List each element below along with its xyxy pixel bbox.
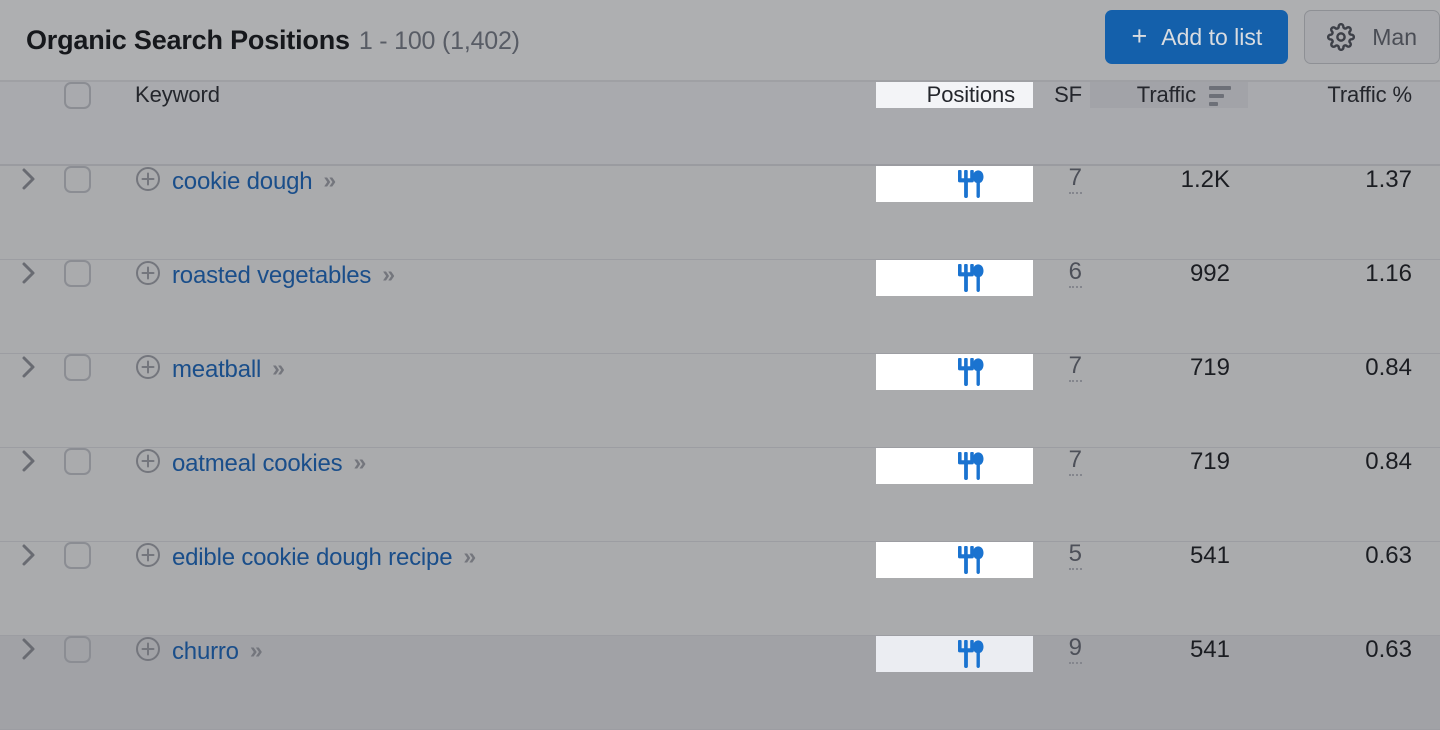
traffic-value: 992 bbox=[1189, 260, 1230, 287]
keyword-details-chevrons-icon[interactable]: » bbox=[272, 355, 285, 382]
row-select-checkbox[interactable] bbox=[64, 260, 91, 287]
add-keyword-icon[interactable] bbox=[135, 448, 161, 479]
traffic-percent-value: 0.84 bbox=[1365, 448, 1412, 475]
keyword-details-chevrons-icon[interactable]: » bbox=[382, 261, 395, 288]
organic-search-positions-panel: Organic Search Positions 1 - 100 (1,402)… bbox=[0, 0, 1440, 730]
traffic-percent-value: 0.63 bbox=[1365, 636, 1412, 663]
table-body: cookie dough » 7 1.2K 1.37 roasted veget… bbox=[0, 166, 1440, 730]
add-to-list-label: Add to list bbox=[1161, 23, 1263, 50]
column-header-traffic[interactable]: Traffic bbox=[1090, 82, 1248, 108]
traffic-percent-value: 0.84 bbox=[1365, 354, 1412, 381]
traffic-percent-value: 1.37 bbox=[1365, 166, 1412, 193]
traffic-percent-value: 1.16 bbox=[1365, 260, 1412, 287]
manage-columns-label: Man bbox=[1372, 23, 1417, 50]
add-keyword-icon[interactable] bbox=[135, 354, 161, 385]
table-row[interactable]: roasted vegetables » 6 992 1.16 bbox=[0, 260, 1440, 354]
expand-row-chevron-icon[interactable] bbox=[0, 354, 58, 380]
traffic-percent-value: 0.63 bbox=[1365, 542, 1412, 569]
positions-cell[interactable] bbox=[876, 542, 1033, 578]
traffic-value: 719 bbox=[1189, 354, 1230, 381]
add-keyword-icon[interactable] bbox=[135, 166, 161, 197]
expand-row-chevron-icon[interactable] bbox=[0, 166, 58, 192]
table-row[interactable]: churro » 9 541 0.63 bbox=[0, 636, 1440, 730]
sf-cell: 5 bbox=[1033, 542, 1090, 570]
column-header-keyword[interactable]: Keyword bbox=[124, 82, 876, 108]
sf-cell: 7 bbox=[1033, 448, 1090, 476]
row-select-checkbox[interactable] bbox=[64, 636, 91, 663]
positions-cell[interactable] bbox=[876, 354, 1033, 390]
restaurant-utensils-icon[interactable] bbox=[954, 166, 988, 202]
positions-cell[interactable] bbox=[876, 448, 1033, 484]
keyword-link[interactable]: churro bbox=[172, 638, 239, 666]
keyword-link[interactable]: oatmeal cookies bbox=[172, 450, 343, 478]
traffic-value: 1.2K bbox=[1180, 166, 1230, 193]
add-keyword-icon[interactable] bbox=[135, 636, 161, 667]
sf-cell: 6 bbox=[1033, 260, 1090, 288]
keyword-link[interactable]: roasted vegetables bbox=[172, 262, 371, 290]
gear-icon bbox=[1327, 23, 1356, 51]
page-title-text: Organic Search Positions bbox=[26, 24, 350, 55]
sf-value[interactable]: 9 bbox=[1068, 636, 1082, 664]
restaurant-utensils-icon[interactable] bbox=[954, 636, 988, 672]
row-select-checkbox[interactable] bbox=[64, 542, 91, 569]
sf-cell: 7 bbox=[1033, 166, 1090, 194]
sf-value[interactable]: 6 bbox=[1068, 260, 1082, 288]
expand-row-chevron-icon[interactable] bbox=[0, 448, 58, 474]
table-header-row: Keyword Positions SF Traffic Traffic % bbox=[0, 82, 1440, 166]
sf-cell: 7 bbox=[1033, 354, 1090, 382]
keyword-details-chevrons-icon[interactable]: » bbox=[353, 449, 366, 476]
restaurant-utensils-icon[interactable] bbox=[954, 354, 988, 390]
sf-value[interactable]: 7 bbox=[1068, 448, 1082, 476]
header-actions: + Add to list Man bbox=[1105, 10, 1440, 64]
column-header-traffic-label: Traffic bbox=[1136, 82, 1196, 107]
table-row[interactable]: oatmeal cookies » 7 719 0.84 bbox=[0, 448, 1440, 542]
table-row[interactable]: cookie dough » 7 1.2K 1.37 bbox=[0, 166, 1440, 260]
keyword-details-chevrons-icon[interactable]: » bbox=[463, 543, 476, 570]
expand-row-chevron-icon[interactable] bbox=[0, 636, 58, 662]
keyword-link[interactable]: cookie dough bbox=[172, 168, 313, 196]
result-range-count: 1 - 100 (1,402) bbox=[358, 26, 520, 55]
column-header-traffic-percent[interactable]: Traffic % bbox=[1248, 82, 1440, 108]
select-all-checkbox[interactable] bbox=[64, 82, 91, 109]
expand-row-chevron-icon[interactable] bbox=[0, 542, 58, 568]
positions-cell[interactable] bbox=[876, 260, 1033, 296]
panel-header: Organic Search Positions 1 - 100 (1,402)… bbox=[0, 0, 1440, 82]
restaurant-utensils-icon[interactable] bbox=[954, 542, 988, 578]
table-row[interactable]: edible cookie dough recipe » 5 541 0.63 bbox=[0, 542, 1440, 636]
sf-value[interactable]: 7 bbox=[1068, 354, 1082, 382]
add-keyword-icon[interactable] bbox=[135, 542, 161, 573]
positions-cell[interactable] bbox=[876, 636, 1033, 672]
row-select-checkbox[interactable] bbox=[64, 448, 91, 475]
manage-columns-button[interactable]: Man bbox=[1304, 10, 1440, 64]
traffic-value: 541 bbox=[1189, 636, 1230, 663]
plus-icon: + bbox=[1131, 20, 1148, 51]
sort-descending-icon[interactable] bbox=[1209, 86, 1231, 106]
keyword-link[interactable]: edible cookie dough recipe bbox=[172, 544, 453, 572]
table-row[interactable]: meatball » 7 719 0.84 bbox=[0, 354, 1440, 448]
row-select-checkbox[interactable] bbox=[64, 354, 91, 381]
traffic-value: 719 bbox=[1189, 448, 1230, 475]
sf-value[interactable]: 7 bbox=[1068, 166, 1082, 194]
sf-cell: 9 bbox=[1033, 636, 1090, 664]
organic-positions-table: Keyword Positions SF Traffic Traffic % c… bbox=[0, 82, 1440, 730]
keyword-link[interactable]: meatball bbox=[172, 356, 261, 384]
positions-cell[interactable] bbox=[876, 166, 1033, 202]
sf-value[interactable]: 5 bbox=[1068, 542, 1082, 570]
column-header-positions[interactable]: Positions bbox=[876, 82, 1033, 108]
add-keyword-icon[interactable] bbox=[135, 260, 161, 291]
restaurant-utensils-icon[interactable] bbox=[954, 448, 988, 484]
restaurant-utensils-icon[interactable] bbox=[954, 260, 988, 296]
column-header-sf[interactable]: SF bbox=[1033, 82, 1090, 108]
row-select-checkbox[interactable] bbox=[64, 166, 91, 193]
traffic-value: 541 bbox=[1189, 542, 1230, 569]
page-title: Organic Search Positions 1 - 100 (1,402) bbox=[26, 25, 520, 56]
expand-row-chevron-icon[interactable] bbox=[0, 260, 58, 286]
keyword-details-chevrons-icon[interactable]: » bbox=[323, 167, 336, 194]
add-to-list-button[interactable]: + Add to list bbox=[1105, 10, 1289, 64]
keyword-details-chevrons-icon[interactable]: » bbox=[250, 637, 263, 664]
